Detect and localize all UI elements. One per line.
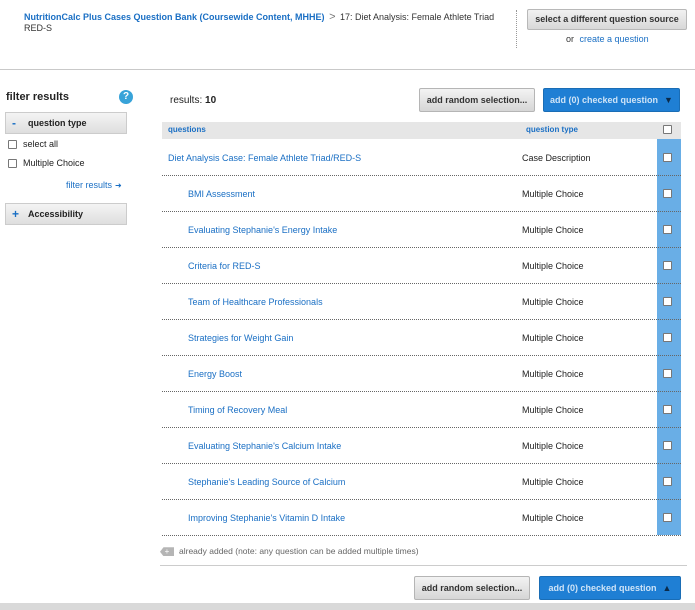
- row-checkbox[interactable]: [663, 513, 672, 522]
- question-type-panel-header[interactable]: - question type: [5, 112, 127, 134]
- question-link[interactable]: Evaluating Stephanie's Energy Intake: [188, 225, 337, 235]
- add-checked-label: add (0) checked question: [550, 95, 659, 105]
- question-link[interactable]: Strategies for Weight Gain: [188, 333, 293, 343]
- question-type: Multiple Choice: [522, 261, 584, 271]
- row-checkbox[interactable]: [663, 297, 672, 306]
- results-label: results:: [170, 95, 203, 106]
- filter-results-link[interactable]: filter results ➜: [66, 180, 122, 190]
- row-checkbox[interactable]: [663, 405, 672, 414]
- question-link[interactable]: Stephanie's Leading Source of Calcium: [188, 477, 345, 487]
- question-link[interactable]: Energy Boost: [188, 369, 242, 379]
- filter-results-link-label: filter results: [66, 180, 113, 190]
- header-divider: [516, 10, 517, 48]
- row-checkbox[interactable]: [663, 261, 672, 270]
- right-arrow-icon: ➜: [115, 181, 122, 190]
- table-row: Team of Healthcare Professionals Multiple…: [162, 284, 681, 320]
- select-different-source-button[interactable]: select a different question source: [527, 9, 687, 30]
- divider: [160, 565, 687, 566]
- multiple-choice-label: Multiple Choice: [23, 158, 85, 168]
- create-question-link[interactable]: create a question: [580, 34, 649, 44]
- question-type-label: question type: [28, 118, 87, 128]
- question-type: Multiple Choice: [522, 405, 584, 415]
- bottom-add-random-selection-button[interactable]: add random selection...: [414, 576, 530, 600]
- question-type: Multiple Choice: [522, 333, 584, 343]
- select-all-option[interactable]: select all: [8, 138, 58, 150]
- question-link[interactable]: Criteria for RED-S: [188, 261, 261, 271]
- question-type-column-header[interactable]: question type: [526, 125, 578, 134]
- breadcrumb: NutritionCalc Plus Cases Question Bank (…: [24, 12, 504, 34]
- results-count: results: 10: [170, 95, 216, 106]
- question-link[interactable]: Timing of Recovery Meal: [188, 405, 287, 415]
- row-checkbox[interactable]: [663, 333, 672, 342]
- bottom-add-checked-label: add (0) checked question: [548, 583, 657, 593]
- table-row: Evaluating Stephanie's Energy Intake Mult…: [162, 212, 681, 248]
- table-row: Criteria for RED-S Multiple Choice: [162, 248, 681, 284]
- add-random-selection-button[interactable]: add random selection...: [419, 88, 535, 112]
- question-link[interactable]: BMI Assessment: [188, 189, 255, 199]
- page-header: NutritionCalc Plus Cases Question Bank (…: [0, 0, 695, 70]
- select-all-checkbox[interactable]: [8, 140, 17, 150]
- breadcrumb-separator: >: [329, 11, 336, 23]
- arrow-down-icon: ▼: [664, 95, 673, 105]
- already-added-note: + already added (note: any question can b…: [160, 546, 419, 557]
- table-row: BMI Assessment Multiple Choice: [162, 176, 681, 212]
- accessibility-panel-header[interactable]: + Accessibility: [5, 203, 127, 225]
- row-checkbox[interactable]: [663, 153, 672, 162]
- question-type: Multiple Choice: [522, 477, 584, 487]
- arrow-up-icon: ▲: [662, 583, 672, 593]
- question-link[interactable]: Evaluating Stephanie's Calcium Intake: [188, 441, 341, 451]
- question-link[interactable]: Improving Stephanie's Vitamin D Intake: [188, 513, 345, 523]
- question-type: Multiple Choice: [522, 189, 584, 199]
- breadcrumb-current-sub: RED-S: [24, 23, 53, 33]
- row-checkbox[interactable]: [663, 441, 672, 450]
- help-icon[interactable]: ?: [119, 90, 133, 104]
- already-added-text: already added (note: any question can be…: [179, 546, 419, 556]
- question-link[interactable]: Team of Healthcare Professionals: [188, 297, 323, 307]
- or-text: or: [566, 34, 575, 44]
- footer-bar: [0, 603, 695, 610]
- table-row: Timing of Recovery Meal Multiple Choice: [162, 392, 681, 428]
- table-row: Stephanie's Leading Source of Calcium Mul…: [162, 464, 681, 500]
- row-checkbox[interactable]: [663, 477, 672, 486]
- accessibility-label: Accessibility: [28, 209, 84, 219]
- table-row: Improving Stephanie's Vitamin D Intake Mu…: [162, 500, 681, 536]
- question-type: Multiple Choice: [522, 441, 584, 451]
- table-row: Diet Analysis Case: Female Athlete Triad…: [162, 140, 681, 176]
- question-type: Multiple Choice: [522, 297, 584, 307]
- row-checkbox[interactable]: [663, 189, 672, 198]
- results-number: 10: [205, 95, 217, 106]
- question-type: Multiple Choice: [522, 369, 584, 379]
- add-checked-question-button[interactable]: add (0) checked question ▼: [543, 88, 680, 112]
- filter-results-title: filter results: [6, 91, 69, 103]
- breadcrumb-current: 17: Diet Analysis: Female Athlete Triad: [340, 12, 495, 22]
- select-all-label: select all: [23, 139, 59, 149]
- question-type: Case Description: [522, 153, 591, 163]
- create-question-line: or create a question: [566, 34, 649, 44]
- expand-icon: +: [12, 207, 20, 221]
- question-link[interactable]: Diet Analysis Case: Female Athlete Triad…: [168, 153, 361, 163]
- questions-column-header[interactable]: questions: [168, 125, 206, 134]
- question-type: Multiple Choice: [522, 513, 584, 523]
- select-all-rows-checkbox[interactable]: [663, 125, 672, 134]
- multiple-choice-checkbox[interactable]: [8, 159, 17, 169]
- table-row: Energy Boost Multiple Choice: [162, 356, 681, 392]
- row-checkbox[interactable]: [663, 225, 672, 234]
- table-row: Strategies for Weight Gain Multiple Choic…: [162, 320, 681, 356]
- question-type: Multiple Choice: [522, 225, 584, 235]
- question-bank-link[interactable]: NutritionCalc Plus Cases Question Bank (…: [24, 12, 325, 22]
- multiple-choice-option[interactable]: Multiple Choice: [8, 157, 85, 169]
- collapse-icon: -: [12, 116, 16, 130]
- tag-plus-icon: +: [160, 547, 174, 557]
- bottom-add-checked-question-button[interactable]: add (0) checked question ▲: [539, 576, 681, 600]
- table-header: questions question type: [162, 122, 681, 139]
- row-checkbox[interactable]: [663, 369, 672, 378]
- table-row: Evaluating Stephanie's Calcium Intake Mul…: [162, 428, 681, 464]
